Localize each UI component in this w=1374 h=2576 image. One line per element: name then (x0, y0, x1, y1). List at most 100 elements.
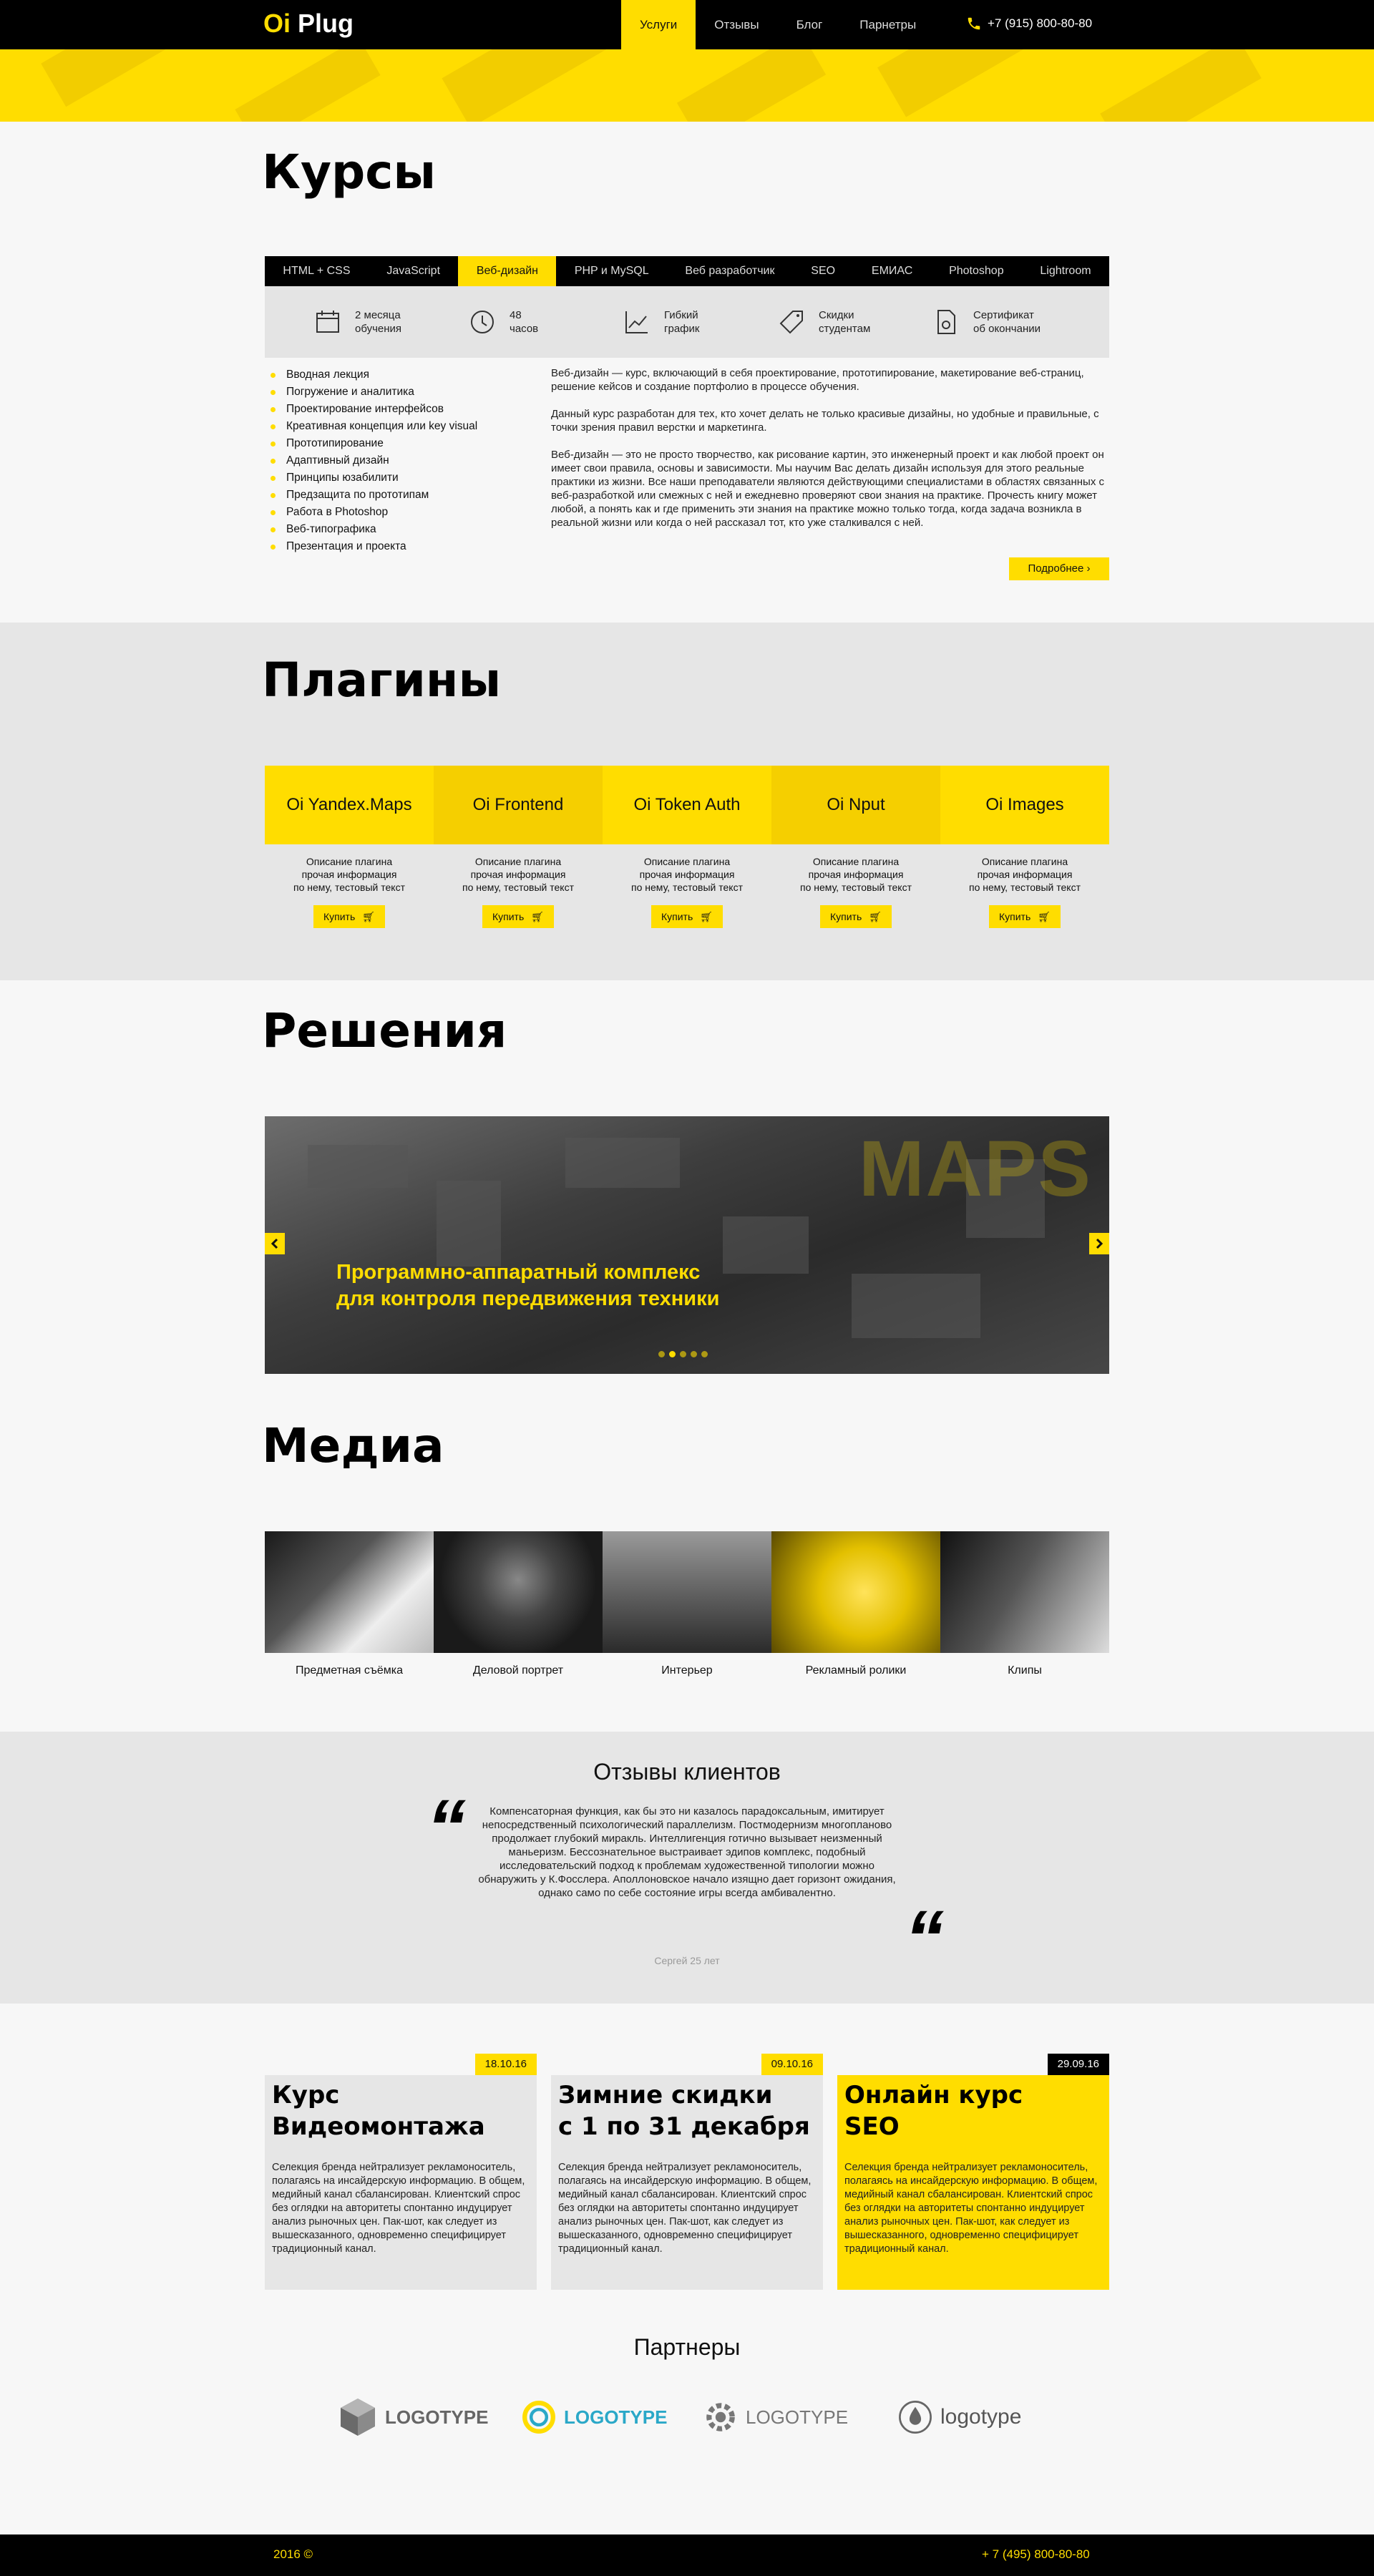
partner-logo-text: LOGOTYPE (746, 2406, 849, 2428)
tab-web-developer[interactable]: Веб разработчик (667, 256, 793, 286)
course-desc-paragraph: Веб-дизайн — это не просто творчество, к… (551, 449, 1104, 529)
course-tabs: HTML + CSS JavaScript Веб-дизайн PHP и M… (265, 256, 1109, 293)
feature-discount-label: Скидки студентам (819, 309, 871, 335)
media-thumb-clips[interactable] (940, 1531, 1109, 1653)
plugin-description: Описание плагина прочая информация по не… (800, 856, 912, 893)
certificate-icon (937, 310, 955, 334)
buy-button-label: Купить (323, 911, 356, 922)
plugin-info: Описание плагина прочая информация по не… (771, 855, 940, 928)
slider-dot[interactable] (701, 1351, 708, 1357)
tab-lightroom[interactable]: Lightroom (1022, 256, 1109, 286)
media-gallery (265, 1531, 1109, 1653)
media-caption: Клипы (1008, 1664, 1042, 1677)
media-caption: Деловой портрет (472, 1664, 564, 1677)
gear-icon (706, 2403, 735, 2431)
buy-button[interactable]: Купить 🛒︎ (482, 905, 555, 928)
plugin-description: Описание плагина прочая информация по не… (293, 856, 405, 893)
chevron-right-icon (1096, 1238, 1103, 1249)
solutions-slider[interactable]: MAPS Программно-аппаратный комплекс для … (265, 1116, 1109, 1374)
media-title: Медиа (262, 1418, 444, 1473)
buy-button[interactable]: Купить 🛒︎ (313, 905, 386, 928)
list-item: Веб-типографика (271, 521, 477, 538)
feature-schedule: Гибкий график (623, 308, 751, 336)
plugin-name: Oi Frontend (472, 795, 564, 814)
plugin-name: Oi Token Auth (633, 795, 741, 814)
media-thumb-portrait[interactable] (434, 1531, 603, 1653)
plugin-info: Описание плагина прочая информация по не… (940, 855, 1109, 928)
cart-icon: 🛒︎ (531, 910, 545, 922)
plugin-description: Описание плагина прочая информация по не… (462, 856, 574, 893)
media-thumb-product[interactable] (265, 1531, 434, 1653)
plugins-title: Плагины (262, 653, 502, 708)
partner-logo[interactable]: LOGOTYPE (336, 2394, 488, 2440)
more-button[interactable]: Подробнее › (1009, 557, 1109, 580)
footer-phone[interactable]: + 7 (495) 800-80-80 (982, 2547, 1090, 2562)
cube-icon (341, 2399, 375, 2436)
feature-certificate: Сертификат об окончании (932, 308, 1061, 336)
plugin-card-token-auth[interactable]: Oi Token Auth (603, 766, 771, 844)
partner-logo-text: logotype (940, 2405, 1022, 2429)
nav-item-reviews[interactable]: Отзывы (696, 0, 777, 49)
partner-logo[interactable]: logotype (896, 2394, 1021, 2440)
logo[interactable]: Oi Plug (263, 9, 354, 39)
nav-item-partners[interactable]: Парнетры (841, 0, 935, 49)
partner-logo[interactable]: LOGOTYPE (520, 2394, 667, 2440)
partner-logo-text: LOGOTYPE (564, 2406, 668, 2428)
plugin-card-images[interactable]: Oi Images (940, 766, 1109, 844)
chevron-left-icon (271, 1238, 278, 1249)
media-thumb-interior[interactable] (603, 1531, 771, 1653)
slider-next-button[interactable] (1089, 1233, 1109, 1254)
cart-icon: 🛒︎ (1038, 910, 1051, 922)
buy-button[interactable]: Купить 🛒︎ (819, 905, 892, 928)
tab-javascript[interactable]: JavaScript (369, 256, 459, 286)
list-item: Погружение и аналитика (271, 384, 477, 401)
media-caption: Интерьер (661, 1664, 713, 1677)
tab-photoshop[interactable]: Photoshop (931, 256, 1022, 286)
tab-seo[interactable]: SEO (793, 256, 854, 286)
plugin-info: Описание плагина прочая информация по не… (434, 855, 603, 928)
list-item: Презентация и проекта (271, 538, 477, 555)
feature-discount: Скидки студентам (777, 308, 906, 336)
buy-button[interactable]: Купить 🛒︎ (651, 905, 723, 928)
tab-html-css[interactable]: HTML + CSS (265, 256, 369, 286)
plugin-info: Описание плагина прочая информация по не… (603, 855, 771, 928)
feature-hours: 48 часов (468, 308, 597, 336)
slider-prev-button[interactable] (265, 1233, 285, 1254)
nav-item-blog[interactable]: Блог (778, 0, 842, 49)
slider-dot[interactable] (691, 1351, 697, 1357)
news-card-highlighted[interactable]: 29.09.16 Онлайн курс SEO Селекция бренда… (837, 2054, 1109, 2290)
buy-button-label: Купить (492, 911, 525, 922)
news-date: 29.09.16 (1047, 2054, 1109, 2075)
news-card[interactable]: 09.10.16 Зимние скидки с 1 по 31 декабря… (551, 2054, 823, 2290)
buy-button-label: Купить (998, 911, 1031, 922)
slider-dot[interactable] (658, 1351, 665, 1357)
tab-php-mysql[interactable]: PHP и MySQL (556, 256, 667, 286)
cart-icon: 🛒︎ (700, 910, 713, 922)
tab-emias[interactable]: ЕМИАС (853, 256, 930, 286)
slider-dot[interactable] (680, 1351, 686, 1357)
header-phone[interactable]: +7 (915) 800-80-80 (966, 16, 1092, 31)
logo-name: Plug (298, 9, 354, 38)
media-caption: Предметная съёмка (296, 1664, 403, 1677)
partner-logo-text: LOGOTYPE (385, 2406, 489, 2428)
drop-icon (899, 2401, 932, 2434)
plugin-card-nput[interactable]: Oi Nput (771, 766, 940, 844)
news-text: Селекция бренда нейтрализует рекламоноси… (844, 2162, 1098, 2255)
plugin-card-frontend[interactable]: Oi Frontend (434, 766, 603, 844)
footer-copyright: 2016 © (273, 2547, 313, 2561)
list-item: Принципы юзабилити (271, 469, 477, 487)
calendar-icon (316, 311, 339, 333)
list-item: Креативная концепция или key visual (271, 418, 477, 435)
partner-logo[interactable]: LOGOTYPE (701, 2394, 848, 2440)
slider-pagination[interactable] (658, 1351, 708, 1357)
buy-button[interactable]: Купить 🛒︎ (988, 905, 1061, 928)
media-thumb-commercial[interactable] (771, 1531, 940, 1653)
nav-item-services[interactable]: Услуги (621, 0, 696, 49)
plugins-row: Oi Yandex.Maps Oi Frontend Oi Token Auth… (265, 766, 1109, 844)
course-desc-paragraph: Данный курс разработан для тех, кто хоче… (551, 408, 1099, 434)
news-date: 09.10.16 (761, 2054, 823, 2075)
news-card[interactable]: 18.10.16 Курс Видеомонтажа Селекция брен… (265, 2054, 537, 2290)
slider-dot[interactable] (669, 1351, 676, 1357)
plugin-card-yandex-maps[interactable]: Oi Yandex.Maps (265, 766, 434, 844)
tab-web-design[interactable]: Веб-дизайн (458, 256, 557, 293)
